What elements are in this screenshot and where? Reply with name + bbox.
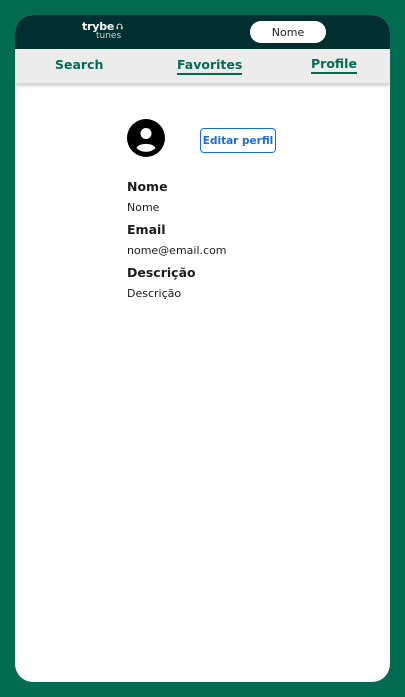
logo-text-tunes: tunes — [96, 31, 122, 41]
nav-link-favorites[interactable]: Favorites — [177, 57, 243, 75]
avatar-icon — [127, 119, 165, 157]
description-value: Descrição — [127, 287, 182, 300]
name-label: Nome — [127, 179, 168, 194]
name-value: Nome — [127, 201, 160, 214]
nav-bar: Search Favorites Profile — [15, 49, 390, 83]
description-label: Descrição — [127, 265, 196, 280]
trybetunes-logo: trybe tunes — [82, 21, 123, 41]
top-header: trybe tunes Nome — [15, 15, 390, 49]
nav-link-search[interactable]: Search — [55, 57, 103, 72]
user-name-badge: Nome — [250, 21, 326, 43]
email-value: nome@email.com — [127, 244, 227, 257]
edit-profile-button[interactable]: Editar perfil — [200, 128, 276, 153]
app-screen: trybe tunes Nome Search Favorites Profil… — [15, 15, 390, 682]
nav-link-profile[interactable]: Profile — [311, 56, 357, 74]
profile-info: Nome Nome Email nome@email.com Descrição… — [127, 176, 227, 305]
email-label: Email — [127, 222, 166, 237]
headphones-icon — [116, 23, 123, 30]
